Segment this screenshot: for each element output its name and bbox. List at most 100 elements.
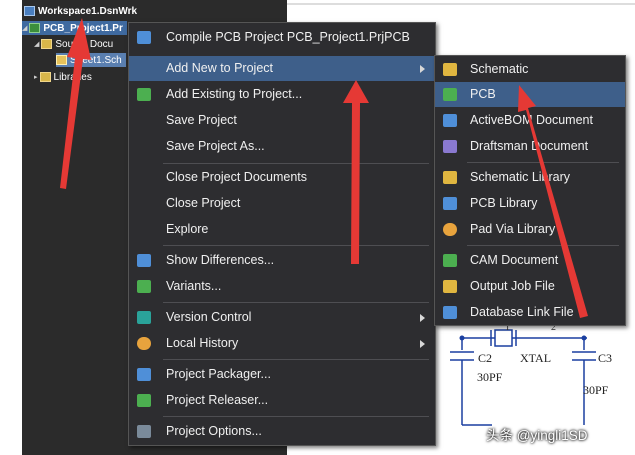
- version-control-icon: [137, 311, 151, 324]
- menu-label: Add New to Project: [166, 61, 273, 75]
- menu-add-new-to-project[interactable]: Add New to Project: [129, 56, 435, 81]
- submenu-schematic-library[interactable]: Schematic Library: [435, 165, 625, 190]
- menu-label: Close Project: [166, 196, 241, 210]
- window-edge: [0, 0, 22, 455]
- expand-icon[interactable]: ◢: [34, 40, 39, 48]
- submenu-activebom[interactable]: ActiveBOM Document: [435, 108, 625, 133]
- menu-project-packager[interactable]: Project Packager...: [129, 362, 435, 387]
- menu-show-differences[interactable]: Show Differences...: [129, 248, 435, 273]
- submenu-arrow-icon: [420, 65, 425, 73]
- menu-project-options[interactable]: Project Options...: [129, 419, 435, 444]
- menu-local-history[interactable]: Local History: [129, 331, 435, 356]
- menu-label: Compile PCB Project PCB_Project1.PrjPCB: [166, 30, 410, 44]
- menu-compile-project[interactable]: Compile PCB Project PCB_Project1.PrjPCB: [129, 25, 435, 50]
- menu-close-project-documents[interactable]: Close Project Documents: [129, 165, 435, 190]
- submenu-arrow-icon: [420, 314, 425, 322]
- history-icon: [137, 337, 151, 350]
- sheet-icon: [56, 55, 67, 65]
- menu-label: Database Link File: [470, 305, 574, 319]
- source-folder-label: Source Docu: [55, 38, 114, 50]
- compile-icon: [137, 31, 151, 44]
- menu-label: Variants...: [166, 279, 222, 293]
- menu-label: Project Releaser...: [166, 393, 269, 407]
- submenu-pad-via-library[interactable]: Pad Via Library: [435, 217, 625, 242]
- submenu-schematic[interactable]: Schematic: [435, 57, 625, 82]
- schematic-icon: [443, 63, 457, 76]
- expand-icon[interactable]: ◢: [22, 24, 27, 32]
- project-label: PCB_Project1.Pr: [43, 22, 123, 34]
- submenu-pcb[interactable]: PCB: [435, 82, 625, 107]
- menu-label: CAM Document: [470, 253, 559, 267]
- submenu-output-job-file[interactable]: Output Job File: [435, 274, 625, 299]
- xtal-label: XTAL: [520, 351, 552, 365]
- menu-label: Close Project Documents: [166, 170, 308, 184]
- tree-libraries[interactable]: ▸ Libraries: [34, 70, 92, 84]
- c3-value: 30PF: [583, 383, 609, 397]
- add-new-submenu: Schematic PCB ActiveBOM Document Draftsm…: [434, 55, 626, 326]
- add-existing-icon: [137, 88, 151, 101]
- pad-via-library-icon: [443, 223, 457, 236]
- menu-save-project-as[interactable]: Save Project As...: [129, 134, 435, 159]
- workspace-label: Workspace1.DsnWrk: [38, 5, 138, 17]
- folder-icon: [41, 39, 53, 49]
- pcb-library-icon: [443, 197, 457, 210]
- menu-label: Project Packager...: [166, 367, 271, 381]
- menu-save-project[interactable]: Save Project: [129, 108, 435, 133]
- submenu-database-link-file[interactable]: Database Link File: [435, 300, 625, 325]
- menu-separator: [163, 245, 429, 246]
- c2-label: C2: [478, 351, 493, 365]
- submenu-pcb-library[interactable]: PCB Library: [435, 191, 625, 216]
- menu-separator: [163, 302, 429, 303]
- options-icon: [137, 425, 151, 438]
- draftsman-icon: [443, 140, 457, 153]
- menu-label: Save Project As...: [166, 139, 265, 153]
- differences-icon: [137, 254, 151, 267]
- menu-close-project[interactable]: Close Project: [129, 191, 435, 216]
- menu-separator: [163, 163, 429, 164]
- collapse-icon[interactable]: ▸: [34, 73, 38, 81]
- menu-add-existing[interactable]: Add Existing to Project...: [129, 82, 435, 107]
- project-icon: [29, 23, 41, 33]
- releaser-icon: [137, 394, 151, 407]
- menu-label: Draftsman Document: [470, 139, 589, 153]
- pcb-icon: [443, 88, 457, 101]
- menu-label: Schematic Library: [470, 170, 571, 184]
- menu-version-control[interactable]: Version Control: [129, 305, 435, 330]
- menu-project-releaser[interactable]: Project Releaser...: [129, 388, 435, 413]
- menu-label: Project Options...: [166, 424, 262, 438]
- menu-separator: [163, 359, 429, 360]
- output-job-icon: [443, 280, 457, 293]
- c3-label: C3: [598, 351, 613, 365]
- submenu-cam-document[interactable]: CAM Document: [435, 248, 625, 273]
- submenu-arrow-icon: [420, 340, 425, 348]
- menu-label: Output Job File: [470, 279, 555, 293]
- menu-explore[interactable]: Explore: [129, 217, 435, 242]
- schematic-library-icon: [443, 171, 457, 184]
- menu-separator: [467, 162, 619, 163]
- menu-label: Explore: [166, 222, 209, 236]
- menu-label: PCB Library: [470, 196, 538, 210]
- menu-label: Version Control: [166, 310, 252, 324]
- project-context-menu: Compile PCB Project PCB_Project1.PrjPCB …: [128, 22, 436, 446]
- variants-icon: [137, 280, 151, 293]
- libraries-label: Libraries: [53, 71, 92, 83]
- menu-label: Pad Via Library: [470, 222, 556, 236]
- menu-separator: [163, 416, 429, 417]
- submenu-draftsman[interactable]: Draftsman Document: [435, 134, 625, 159]
- menu-separator: [467, 245, 619, 246]
- tree-workspace[interactable]: Workspace1.DsnWrk: [24, 4, 137, 18]
- tree-project[interactable]: ◢ PCB_Project1.Pr: [22, 21, 127, 35]
- workspace-icon: [24, 6, 35, 16]
- menu-label: Local History: [166, 336, 239, 350]
- tree-sheet[interactable]: Sheet1.Sch: [56, 53, 126, 67]
- c2-value: 30PF: [477, 370, 503, 384]
- menu-label: Add Existing to Project...: [166, 87, 303, 101]
- cam-document-icon: [443, 254, 457, 267]
- menu-variants[interactable]: Variants...: [129, 274, 435, 299]
- tree-source-documents[interactable]: ◢ Source Docu: [34, 37, 113, 51]
- packager-icon: [137, 368, 151, 381]
- folder-icon: [39, 72, 51, 82]
- menu-label: Show Differences...: [166, 253, 275, 267]
- database-link-icon: [443, 306, 457, 319]
- watermark: 头条 @yingli1SD: [486, 428, 588, 443]
